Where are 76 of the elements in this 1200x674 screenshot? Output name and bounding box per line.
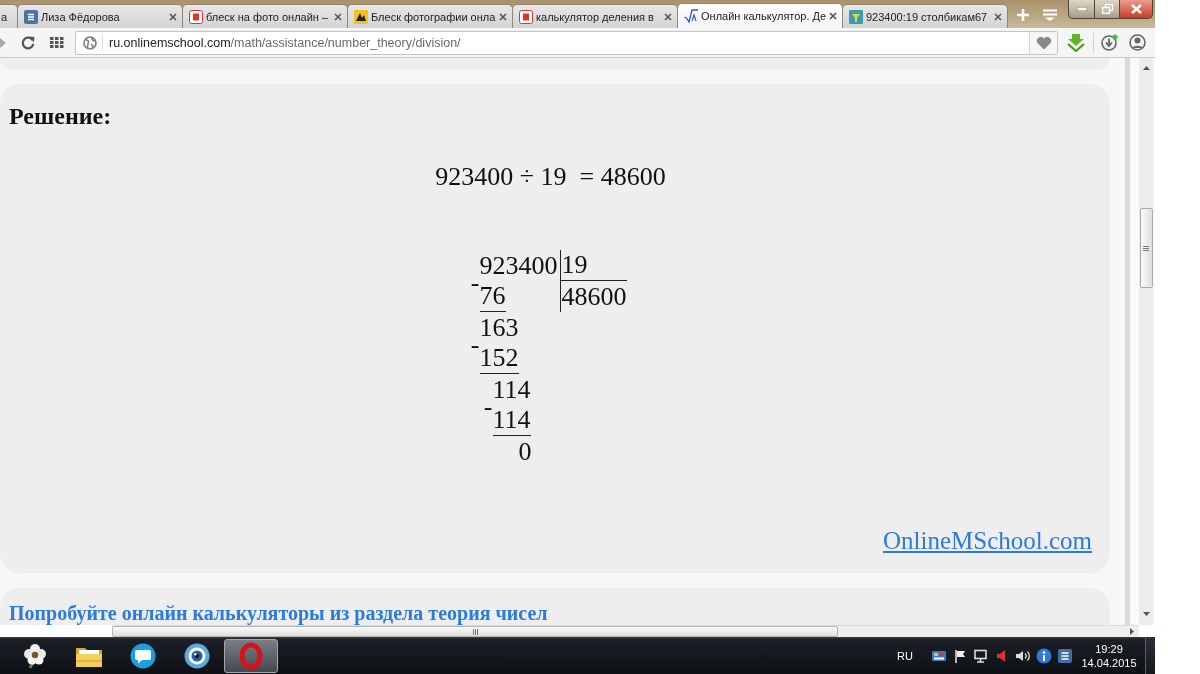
ring-icon <box>237 641 265 670</box>
vertical-scrollbar[interactable] <box>1139 58 1153 625</box>
minus-sign: - <box>469 276 480 290</box>
scrollbar-thumb[interactable] <box>112 626 838 637</box>
site-icon <box>354 9 368 24</box>
close-icon[interactable] <box>334 12 342 21</box>
arrow-down-icon[interactable] <box>1067 33 1085 52</box>
partial-dividend: 163 <box>479 312 519 343</box>
restore-icon <box>1101 4 1113 14</box>
taskbar-button[interactable] <box>21 641 49 670</box>
flower-icon <box>21 641 49 670</box>
close-icon[interactable] <box>499 12 507 21</box>
browser-tab[interactable]: Онлайн калькулятор. Де <box>677 3 843 28</box>
minimize-icon <box>1076 7 1087 11</box>
apps-grid-icon[interactable] <box>50 37 64 48</box>
address-field[interactable]: ru.onlinemschool.com/math/assistance/number_theory/division/ <box>75 30 1058 55</box>
square-logo-icon[interactable] <box>1057 647 1073 664</box>
close-icon <box>1130 4 1142 14</box>
close-icon[interactable] <box>829 12 837 20</box>
network-icon[interactable] <box>973 647 989 664</box>
grip-icon <box>472 628 478 635</box>
divisor: 19 <box>560 250 627 281</box>
site-icon <box>519 9 533 24</box>
partial-dividend: 114 <box>492 374 531 405</box>
clock-time: 19:29 <box>1095 641 1123 656</box>
minimize-button[interactable] <box>1068 0 1095 19</box>
webcam-icon <box>183 641 211 670</box>
taskbar-button[interactable] <box>224 638 278 673</box>
flag-icon[interactable] <box>952 647 968 664</box>
plus-icon[interactable] <box>1017 9 1029 21</box>
site-icon <box>849 9 863 24</box>
browser-tab[interactable]: Блеск фотографии онла <box>347 4 513 28</box>
chat-bubble-icon <box>129 641 157 670</box>
taskbar-button[interactable] <box>183 641 211 670</box>
dividend: 923400 <box>479 250 558 281</box>
subtrahend: 114 <box>492 405 531 436</box>
language-indicator[interactable]: RU <box>897 649 913 662</box>
browser-tab[interactable]: а <box>0 4 18 28</box>
close-icon[interactable] <box>994 12 1002 21</box>
remainder: 0 <box>518 436 532 467</box>
quotient: 48600 <box>560 281 627 312</box>
browser-tab[interactable]: 923400:19 столбикам67 <box>842 4 1008 28</box>
site-icon <box>24 9 38 24</box>
taskbar-button[interactable] <box>129 641 157 670</box>
section-heading: Попробуйте онлайн калькуляторы из раздела теория чисел <box>9 602 549 624</box>
browser-tab[interactable]: калькулятор деления в <box>512 4 678 28</box>
profile-icon[interactable] <box>1129 34 1146 51</box>
info-icon[interactable] <box>1036 647 1052 664</box>
show-desktop-button[interactable] <box>1145 637 1155 674</box>
heart-icon <box>1035 35 1052 50</box>
browser-tab[interactable]: блеск на фото онлайн – <box>182 4 348 28</box>
grip-icon <box>1143 245 1149 251</box>
minus-sign: - <box>482 400 493 414</box>
scroll-down-icon[interactable] <box>1142 612 1150 616</box>
restore-button[interactable] <box>1095 0 1120 19</box>
scroll-right-icon[interactable] <box>1130 628 1134 635</box>
minus-sign: - <box>469 338 480 352</box>
scroll-up-icon[interactable] <box>1142 66 1150 70</box>
site-icon <box>684 9 698 23</box>
globe-icon <box>83 35 97 50</box>
close-button[interactable] <box>1120 0 1153 19</box>
browser-tab[interactable]: Лиза Фёдорова <box>17 4 183 28</box>
horizontal-scrollbar[interactable] <box>112 625 1139 637</box>
clock-date: 14.04.2015 <box>1081 655 1137 670</box>
section-heading: Решение: <box>9 102 113 130</box>
site-icon <box>189 9 203 24</box>
subtrahend: 152 <box>479 343 519 374</box>
scrollbar-thumb[interactable] <box>1139 208 1153 288</box>
equation: 923400 ÷ 19 = 48600 <box>434 162 667 192</box>
favorite-button[interactable] <box>1029 31 1057 54</box>
download-icon[interactable] <box>1101 34 1118 51</box>
subtrahend: 76 <box>479 281 506 312</box>
site-link[interactable]: OnlineMSchool.com <box>883 527 1092 554</box>
close-icon[interactable] <box>169 12 177 21</box>
close-icon[interactable] <box>664 12 672 21</box>
reload-icon[interactable] <box>20 34 36 51</box>
